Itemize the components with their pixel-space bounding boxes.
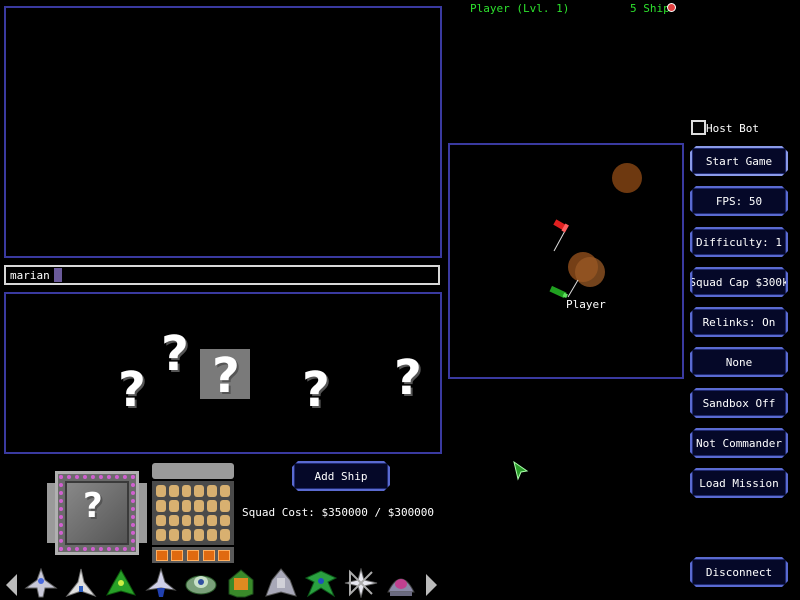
weapon-slot-icon[interactable] [202, 549, 215, 561]
loadout-panel[interactable] [152, 463, 234, 563]
player-ship-heading [567, 279, 579, 298]
squad-slot-5[interactable]: ? [394, 354, 422, 402]
squad-cost-label: Squad Cost: $350000 / $300000 [242, 506, 435, 519]
red-ship-icon [667, 3, 676, 12]
dome-ship-icon[interactable] [384, 568, 418, 598]
fps-button[interactable]: FPS: 50 [690, 186, 788, 216]
enemy-ship-icon [553, 219, 569, 233]
minimap-panel[interactable]: Player [448, 143, 684, 379]
squad-slot-3[interactable]: ? [212, 352, 240, 400]
squad-cap-button[interactable]: Squad Cap $300k [690, 267, 788, 297]
minimap-canvas [549, 163, 642, 299]
start-game-button[interactable]: Start Game [690, 146, 788, 176]
host-bot-label: Host Bot [706, 122, 759, 135]
text-caret [54, 268, 62, 282]
ship-count-label: 5 Ship [630, 2, 670, 15]
host-bot-checkbox[interactable] [691, 120, 706, 135]
squad-slot-4[interactable]: ? [302, 366, 330, 414]
green-cruiser-ship-icon[interactable] [104, 568, 138, 598]
fighter-ship-icon[interactable] [24, 568, 58, 598]
loadout-ammo-grid [152, 481, 234, 545]
none-button[interactable]: None [690, 347, 788, 377]
green-orange-ship-icon[interactable] [224, 568, 258, 598]
ship-selection-bar [0, 566, 440, 600]
player-ship-icon [549, 285, 568, 299]
cross-star-ship-icon[interactable] [344, 568, 378, 598]
add-ship-button[interactable]: Add Ship [292, 461, 390, 491]
asteroid-3 [575, 257, 605, 287]
ship-portrait[interactable]: ? [47, 463, 147, 563]
asteroid-1 [612, 163, 642, 193]
commander-button[interactable]: Not Commander [690, 428, 788, 458]
interceptor-ship-icon[interactable] [64, 568, 98, 598]
loadout-header [152, 463, 234, 479]
weapon-slot-icon[interactable] [218, 549, 231, 561]
mouse-cursor-icon [513, 461, 529, 481]
scroll-right-icon[interactable] [426, 574, 437, 596]
enemy-ship-heading [553, 228, 567, 252]
chat-input[interactable] [4, 265, 440, 285]
frigate-ship-icon[interactable] [264, 568, 298, 598]
player-map-label: Player [566, 298, 606, 311]
weapon-slot-icon[interactable] [155, 549, 168, 561]
scroll-left-icon[interactable] [6, 574, 17, 596]
weapon-slot-icon[interactable] [171, 549, 184, 561]
portrait-unknown-label: ? [83, 486, 103, 526]
weapon-slot-icon[interactable] [186, 549, 199, 561]
disconnect-button[interactable]: Disconnect [690, 557, 788, 587]
blue-fighter-ship-icon[interactable] [144, 568, 178, 598]
player-level-label: Player (Lvl. 1) [470, 2, 570, 15]
saucer-ship-icon[interactable] [184, 568, 218, 598]
difficulty-button[interactable]: Difficulty: 1 [690, 227, 788, 257]
squad-slot-1[interactable]: ? [118, 366, 146, 414]
squad-panel[interactable]: ? ? ? ? ? [4, 292, 442, 454]
green-wing-ship-icon[interactable] [304, 568, 338, 598]
sandbox-button[interactable]: Sandbox Off [690, 388, 788, 418]
load-mission-button[interactable]: Load Mission [690, 468, 788, 498]
squad-slot-2[interactable]: ? [161, 330, 189, 378]
chat-log-panel[interactable] [4, 6, 442, 258]
loadout-weapon-slots [152, 547, 234, 563]
relinks-button[interactable]: Relinks: On [690, 307, 788, 337]
